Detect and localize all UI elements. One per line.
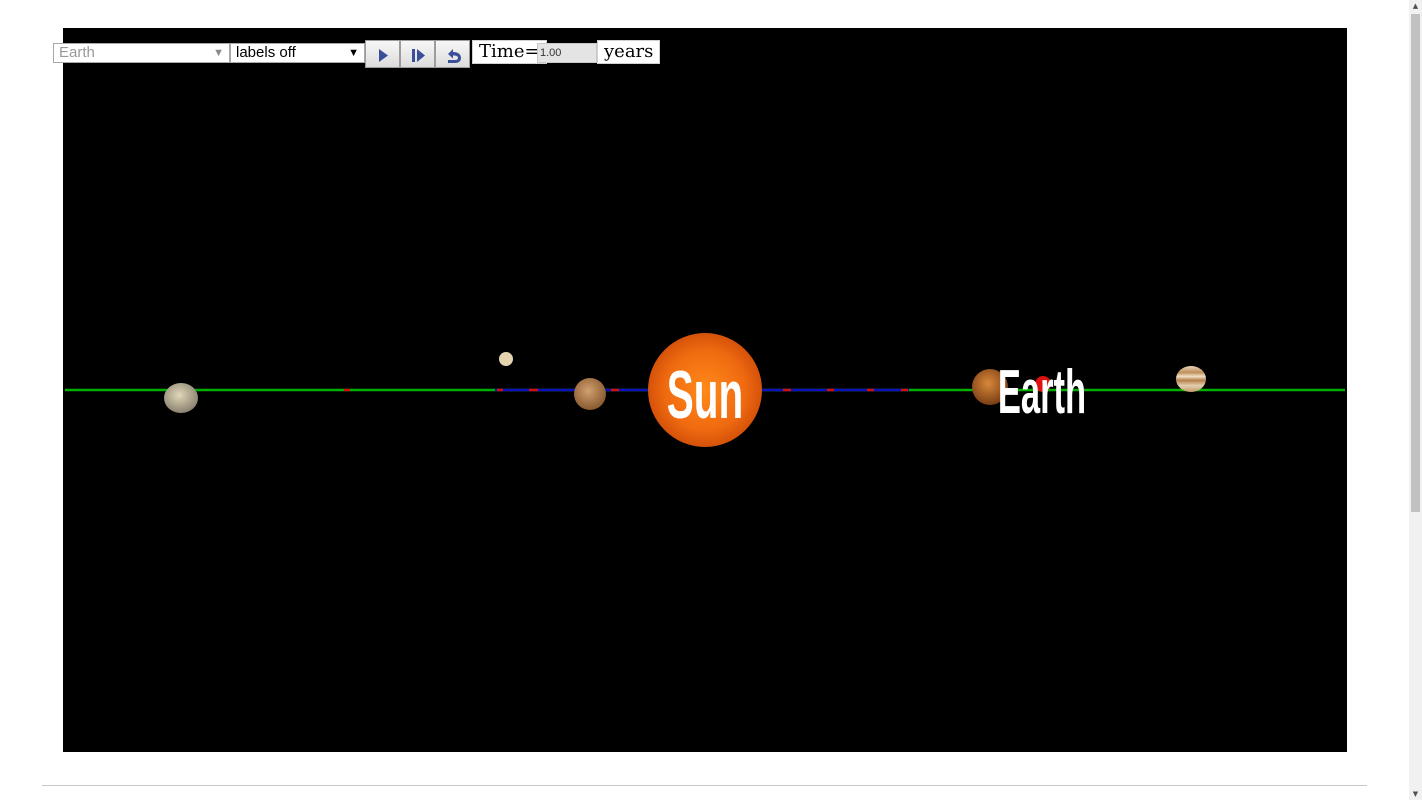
labels-select-value: labels off [236, 44, 296, 61]
planet-brown [574, 378, 606, 410]
body-select-value: Earth [59, 44, 95, 61]
step-button[interactable] [400, 40, 435, 68]
play-icon [379, 49, 388, 62]
planet-small-pale [499, 352, 513, 366]
play-button[interactable] [365, 40, 400, 68]
time-input[interactable]: 1.00 [537, 43, 597, 63]
undo-icon [448, 49, 461, 63]
scroll-down-icon[interactable]: ▼ [1409, 788, 1422, 800]
sun-label: Sun [667, 357, 743, 432]
divider [42, 785, 1367, 786]
planet-jupiter [1176, 366, 1206, 392]
earth-label: Earth [998, 356, 1086, 427]
time-unit-label: years [597, 40, 661, 64]
scroll-up-icon[interactable]: ▲ [1409, 0, 1422, 12]
time-label: Time= [472, 40, 547, 64]
solar-system-canvas: Sun Earth [65, 333, 1345, 447]
solar-system-view[interactable]: Sun Earth [63, 28, 1347, 752]
scrollbar-thumb[interactable] [1411, 14, 1420, 512]
sun: Sun [648, 333, 762, 447]
reset-button[interactable] [435, 40, 470, 68]
chevron-down-icon: ▼ [213, 47, 224, 59]
body-select[interactable]: Earth ▼ [53, 43, 230, 63]
step-forward-icon [412, 49, 425, 62]
chevron-down-icon: ▼ [348, 47, 359, 59]
planet-gray-left [164, 383, 198, 413]
labels-select[interactable]: labels off ▼ [230, 43, 365, 63]
page-scrollbar[interactable]: ▲ ▼ [1409, 0, 1422, 800]
